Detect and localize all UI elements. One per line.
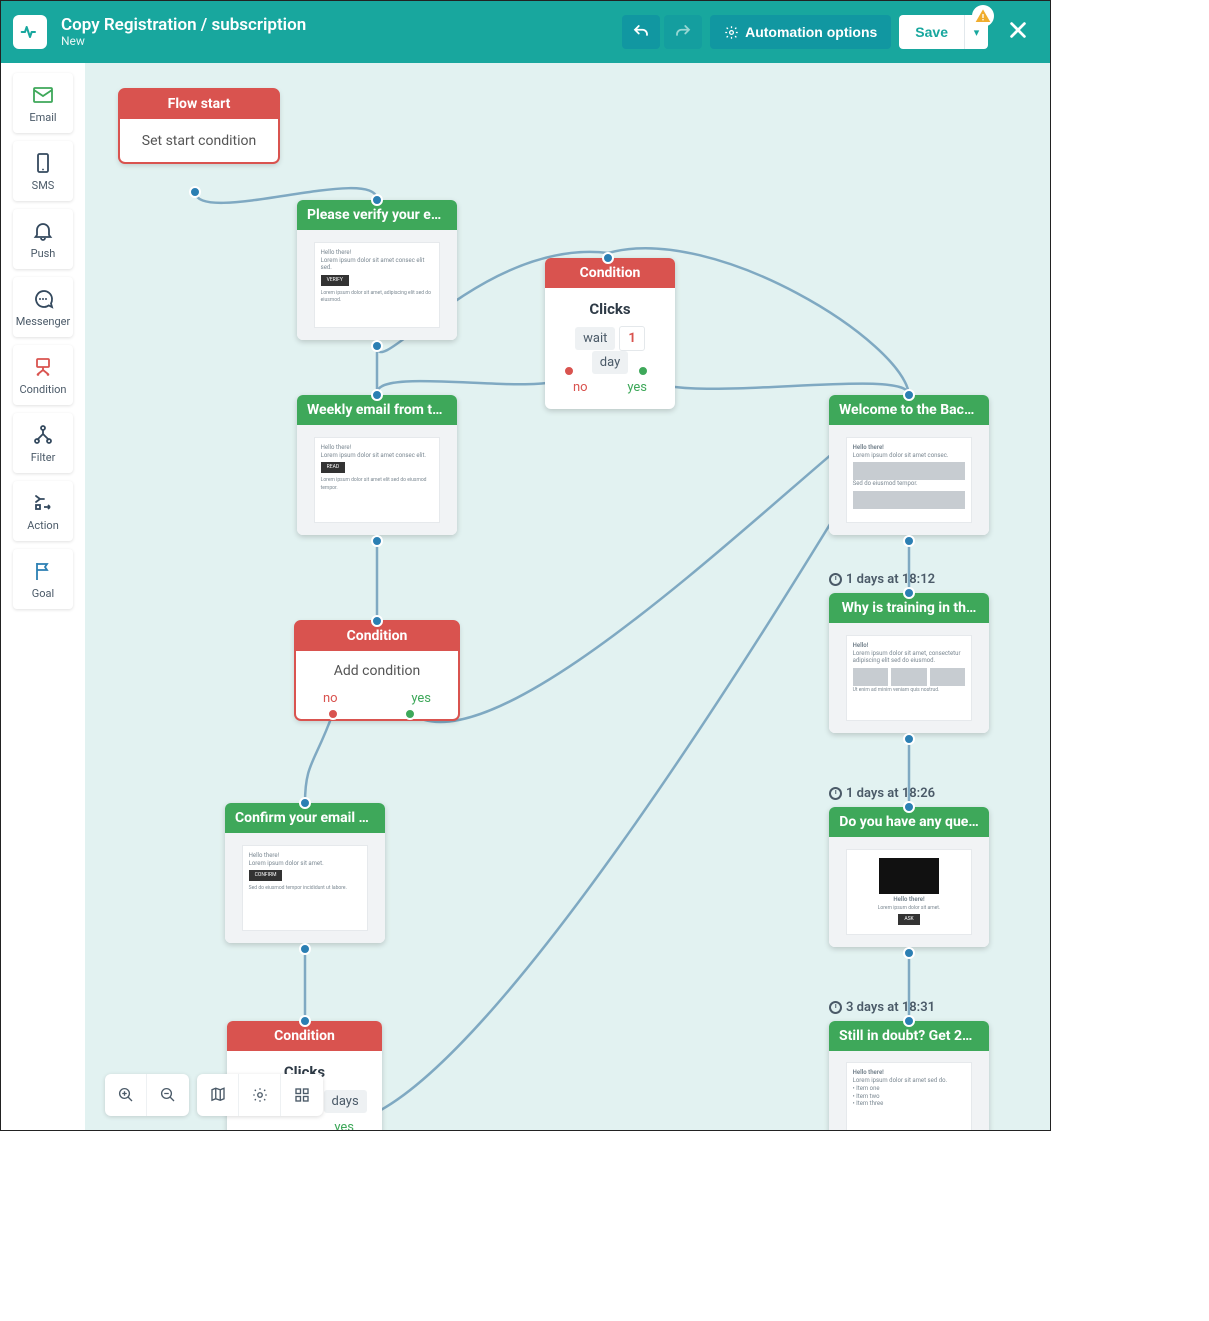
port-out[interactable] [299,943,311,955]
email-thumbnail: Hello there!Lorem ipsum dolor sit amet c… [297,230,457,340]
wait-label: wait [575,327,615,350]
clock-icon [829,787,842,800]
delay-label-2: 1 days at 18:26 [829,786,935,801]
close-button[interactable] [998,12,1038,52]
port-in[interactable] [903,801,915,813]
palette-action-label: Action [27,519,59,532]
port-out[interactable] [371,340,383,352]
automation-status: New [61,34,618,48]
automation-title: Copy Registration / subscription [61,16,618,35]
undo-button[interactable] [622,15,660,49]
port-yes[interactable] [637,365,649,377]
app-logo[interactable] [13,15,47,49]
palette-messenger[interactable]: Messenger [13,277,73,337]
wait-unit: day [592,351,628,374]
warning-badge-icon [972,5,994,27]
canvas-toolbar [105,1074,323,1116]
branch-yes: yes [334,1120,354,1130]
email-thumbnail: Hello there!Lorem ipsum dolor sit amet.C… [225,833,385,943]
node-why-training[interactable]: Why is training in th… Hello!Lorem ipsum… [829,593,989,733]
port-in[interactable] [299,797,311,809]
palette-action[interactable]: Action [13,481,73,541]
app-header: Copy Registration / subscription New Aut… [1,1,1050,63]
palette-push-label: Push [31,247,56,260]
node-flow-start-body: Set start condition [119,119,279,163]
port-in[interactable] [903,1015,915,1027]
node-confirm-email[interactable]: Confirm your email a… Hello there!Lorem … [225,803,385,943]
port-out[interactable] [903,947,915,959]
port-no[interactable] [563,365,575,377]
node-still-in-doubt[interactable]: Still in doubt? Get 20… Hello there!Lore… [829,1021,989,1130]
automation-options-button[interactable]: Automation options [710,15,891,49]
palette-push[interactable]: Push [13,209,73,269]
fit-view-button[interactable] [281,1074,323,1116]
settings-button[interactable] [239,1074,281,1116]
element-palette: Email SMS Push Messenger Condition Filte… [1,63,85,1130]
flow-canvas[interactable]: Flow start Set start condition Please ve… [85,63,1050,1130]
automation-options-label: Automation options [745,24,877,40]
email-thumbnail: Hello there!Lorem ipsum dolor sit amet c… [829,425,989,535]
palette-goal[interactable]: Goal [13,549,73,609]
clock-icon [829,1001,842,1014]
delay-text: 1 days at 18:26 [846,786,935,801]
port-no[interactable] [327,708,339,720]
node-condition-add[interactable]: Condition Add condition no yes [295,621,459,720]
node-flow-start-title: Flow start [119,89,279,119]
port-out[interactable] [903,535,915,547]
port-in[interactable] [371,615,383,627]
port-in[interactable] [903,587,915,599]
node-cond2-sub: Add condition [305,663,449,679]
clock-icon [829,573,842,586]
email-thumbnail: Hello there!Lorem ipsum dolor sit amet s… [829,1051,989,1130]
node-do-you-have[interactable]: Do you have any que… Hello there!Lorem i… [829,807,989,947]
delay-label-1: 1 days at 18:12 [829,572,935,587]
email-thumbnail: Hello!Lorem ipsum dolor sit amet, consec… [829,623,989,733]
palette-sms[interactable]: SMS [13,141,73,201]
branch-yes: yes [627,380,647,395]
email-thumbnail: Hello there!Lorem ipsum dolor sit amet.A… [829,837,989,947]
palette-goal-label: Goal [32,587,54,600]
branch-no: no [573,380,588,395]
node-condition-clicks-1[interactable]: Condition Clicks wait1day no yes [545,258,675,409]
delay-text: 1 days at 18:12 [846,572,935,587]
port-in[interactable] [371,194,383,206]
palette-filter[interactable]: Filter [13,413,73,473]
node-cond1-sub: Clicks [555,300,665,318]
port-in[interactable] [371,389,383,401]
port-in[interactable] [299,1015,311,1027]
palette-email[interactable]: Email [13,73,73,133]
node-verify-email[interactable]: Please verify your em… Hello there!Lorem… [297,200,457,340]
save-button[interactable]: Save [899,15,964,49]
port-in[interactable] [903,389,915,401]
minimap-button[interactable] [197,1074,239,1116]
email-thumbnail: Hello there!Lorem ipsum dolor sit amet c… [297,425,457,535]
node-weekly-email[interactable]: Weekly email from th… Hello there!Lorem … [297,395,457,535]
palette-condition[interactable]: Condition [13,345,73,405]
port-in[interactable] [602,252,614,264]
palette-email-label: Email [29,111,56,124]
delay-text: 3 days at 18:31 [846,1000,935,1015]
port-out[interactable] [371,535,383,547]
port-out[interactable] [189,186,201,198]
palette-messenger-label: Messenger [16,315,70,328]
delay-label-3: 3 days at 18:31 [829,1000,935,1015]
save-group: Save ▾ [899,15,988,49]
node-welcome[interactable]: Welcome to the Back… Hello there!Lorem i… [829,395,989,535]
port-yes[interactable] [404,708,416,720]
branch-yes: yes [411,691,431,706]
port-out[interactable] [903,733,915,745]
redo-button[interactable] [664,15,702,49]
header-title-wrap: Copy Registration / subscription New [61,16,618,49]
wait-unit: days [324,1090,367,1113]
zoom-in-button[interactable] [105,1074,147,1116]
zoom-out-button[interactable] [147,1074,189,1116]
palette-condition-label: Condition [19,383,66,396]
node-flow-start[interactable]: Flow start Set start condition [119,89,279,163]
palette-sms-label: SMS [32,179,55,192]
palette-filter-label: Filter [31,451,56,464]
branch-no: no [323,691,338,706]
wait-n: 1 [619,326,644,351]
